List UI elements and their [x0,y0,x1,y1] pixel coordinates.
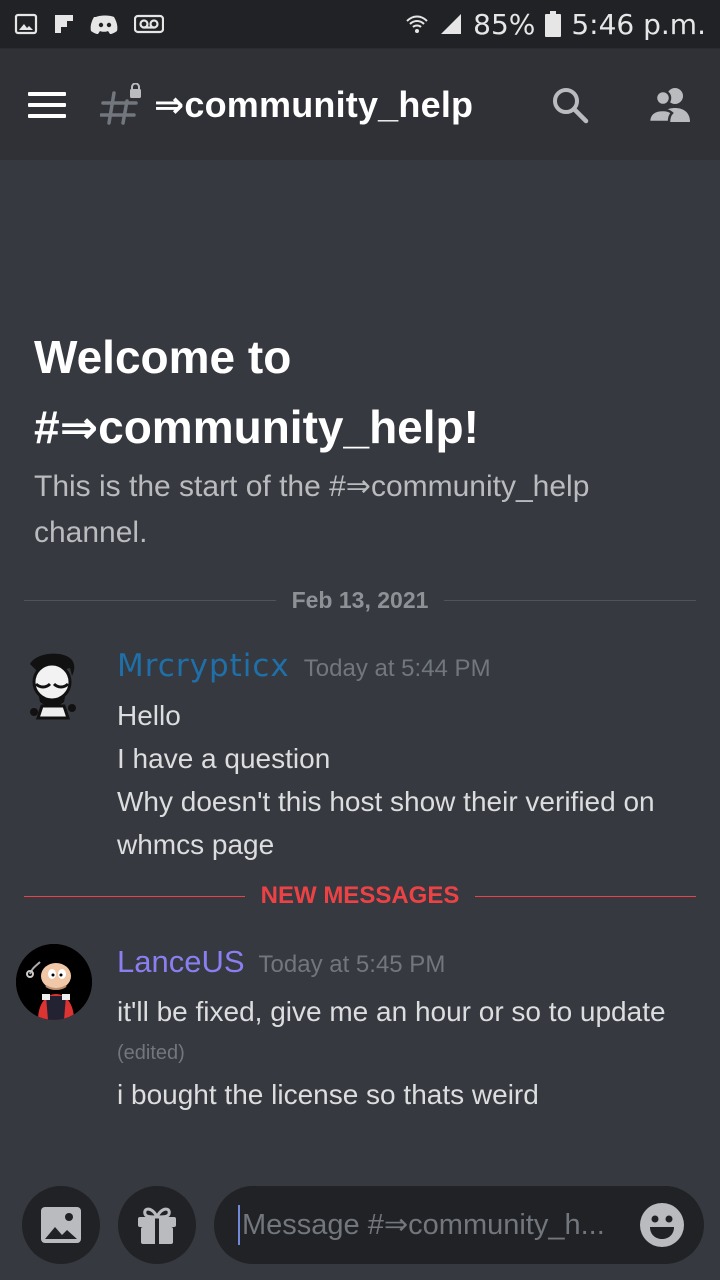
gift-icon[interactable] [118,1186,196,1264]
discord-icon [90,15,118,34]
welcome-title-line1: Welcome to [34,331,292,383]
new-messages-divider: NEW MESSAGES [24,881,697,911]
clock: 5:46 p.m. [571,7,706,41]
battery-icon [545,11,562,37]
username[interactable]: Mrcrypticx [117,648,290,684]
channel-welcome: Welcome to #⇒community_help! This is the… [34,322,694,556]
welcome-description: This is the start of the #⇒community_hel… [34,470,590,549]
status-right: 85% 5:46 p.m. [405,8,706,41]
search-icon[interactable] [548,83,592,127]
channel-title: ⇒community_help [154,83,474,125]
date-divider: Feb 13, 2021 [24,585,696,615]
message-text: it'll be fixed, give me an hour or so to… [117,996,666,1027]
battery-percent: 85% [473,7,536,41]
gallery-icon [14,13,38,35]
new-messages-label: NEW MESSAGES [260,882,460,909]
status-left-icons [14,12,164,36]
members-icon[interactable] [648,83,692,127]
message-composer [0,1176,720,1280]
message-timestamp: Today at 5:45 PM [258,951,446,978]
image-upload-icon[interactable] [22,1186,100,1264]
message-input[interactable] [238,1205,640,1245]
avatar[interactable] [16,944,92,1020]
message-text: Why doesn't this host show their verifie… [117,786,655,860]
message-input-container [214,1186,704,1264]
voicemail-icon [134,14,164,34]
welcome-title-line2: #⇒community_help! [34,401,479,453]
username[interactable]: LanceUS [117,944,245,980]
wifi-icon [406,15,428,33]
message-text: I have a question [117,743,331,774]
message-text: i bought the license so thats weird [117,1079,539,1110]
edited-label: (edited) [117,1042,185,1064]
flipboard-icon [55,15,73,33]
locked-channel-icon [99,82,144,127]
status-bar: 85% 5:46 p.m. [0,0,720,48]
channel-header: ⇒community_help [0,48,720,160]
signal-icon [441,14,462,34]
avatar[interactable] [16,648,92,724]
date-divider-label: Feb 13, 2021 [291,586,429,613]
message-text: Hello [117,700,181,731]
menu-icon[interactable] [28,85,68,125]
message-timestamp: Today at 5:44 PM [303,655,491,682]
emoji-icon[interactable] [640,1203,684,1247]
